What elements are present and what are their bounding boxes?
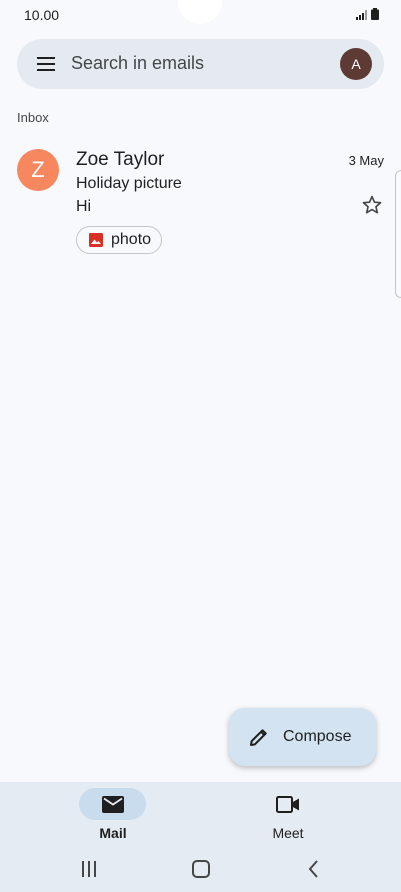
sender-avatar[interactable]: Z	[17, 149, 59, 191]
account-avatar[interactable]: A	[340, 48, 372, 80]
home-icon[interactable]	[189, 858, 213, 880]
battery-icon	[371, 8, 379, 20]
pencil-icon	[250, 729, 267, 746]
signal-icon	[356, 10, 367, 20]
email-date: 3 May	[348, 153, 384, 168]
folder-label: Inbox	[17, 110, 49, 125]
email-snippet: Hi	[76, 198, 92, 215]
nav-label-mail: Mail	[99, 825, 127, 841]
image-icon	[89, 233, 103, 247]
attachment-label: photo	[111, 231, 152, 248]
recent-apps-icon[interactable]	[77, 858, 101, 880]
email-list-item[interactable]: Z Zoe Taylor 3 May Holiday picture Hi ph…	[0, 140, 401, 265]
nav-label-meet: Meet	[272, 825, 304, 841]
mail-icon	[101, 795, 124, 813]
nav-icon-container	[254, 788, 321, 820]
nav-item-mail[interactable]: Mail	[43, 782, 183, 846]
status-icons	[356, 8, 379, 20]
back-icon[interactable]	[302, 858, 326, 880]
search-bar[interactable]: Search in emails A	[17, 39, 384, 89]
compose-label: Compose	[283, 728, 352, 745]
sender-name: Zoe Taylor	[76, 149, 165, 170]
search-input[interactable]: Search in emails	[71, 53, 204, 74]
compose-button[interactable]: Compose	[229, 708, 376, 766]
scrollbar-handle[interactable]	[395, 170, 401, 298]
status-time: 10.00	[24, 7, 60, 23]
bottom-navigation: Mail Meet	[0, 782, 401, 846]
email-subject: Holiday picture	[76, 175, 182, 192]
camera-notch	[178, 0, 222, 24]
system-navigation-bar	[0, 846, 401, 892]
video-camera-icon	[275, 795, 299, 813]
nav-active-indicator	[79, 788, 146, 820]
star-icon[interactable]	[361, 194, 383, 216]
nav-item-meet[interactable]: Meet	[218, 782, 358, 846]
hamburger-menu-icon[interactable]	[37, 56, 55, 72]
status-bar: 10.00	[0, 0, 401, 30]
attachment-chip[interactable]: photo	[76, 226, 163, 254]
